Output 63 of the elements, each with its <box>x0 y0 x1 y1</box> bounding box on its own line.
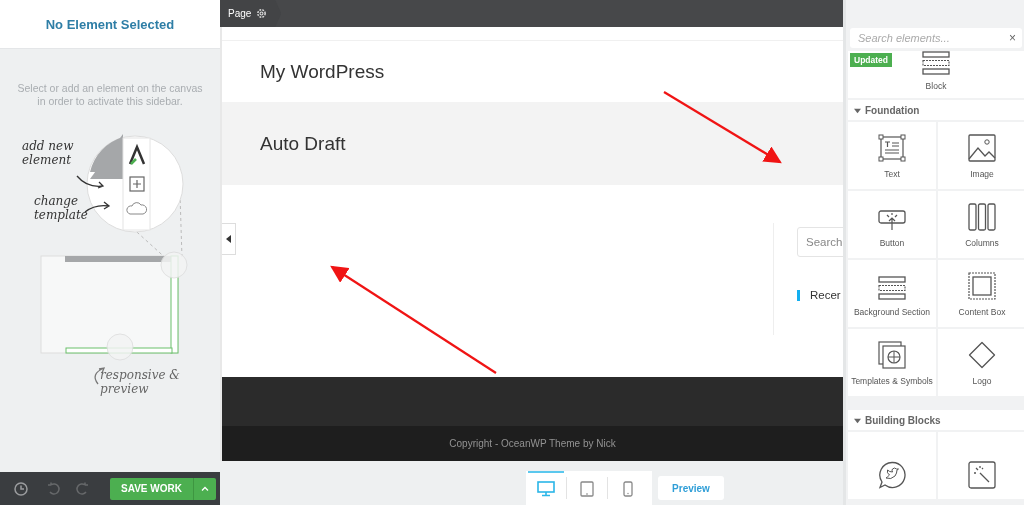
block-icon <box>878 276 906 300</box>
image-icon <box>968 134 996 162</box>
section-header[interactable]: Foundation <box>848 100 1024 120</box>
history-icon[interactable] <box>14 481 28 496</box>
caret-icon <box>201 486 209 491</box>
callout-label: responsive & preview <box>100 368 180 396</box>
save-options-button[interactable] <box>193 477 216 500</box>
search-field[interactable]: Search <box>797 227 843 257</box>
tile-label: Content Box <box>958 307 1006 317</box>
element-tile[interactable]: Updated Block <box>848 51 1024 98</box>
updated-badge: Updated <box>850 53 892 67</box>
globe-template-icon <box>878 341 906 369</box>
tile-label: Logo <box>972 376 992 386</box>
bird-speech-icon <box>878 461 906 489</box>
element-tile[interactable]: Logo <box>938 329 1024 396</box>
desktop-icon <box>537 481 555 497</box>
search-field[interactable]: Search elements... × <box>850 28 1022 48</box>
element-tile[interactable]: Text <box>848 122 936 189</box>
tile-label: Image <box>970 169 994 179</box>
element-tile[interactable] <box>848 432 936 499</box>
element-tile[interactable]: Content Box <box>938 260 1024 327</box>
hint-text: Select or add an element on the canvas in order to activate this sidebar. <box>16 82 204 108</box>
tile-label: Button <box>879 238 905 248</box>
undo-icon[interactable] <box>47 481 61 496</box>
element-tile[interactable] <box>938 432 1024 499</box>
redo-icon[interactable] <box>75 481 89 496</box>
element-tile[interactable]: Columns <box>938 191 1024 258</box>
magic-wand-icon <box>968 461 996 489</box>
tile-label: Columns <box>965 238 999 248</box>
caret-icon <box>854 106 861 114</box>
tablet-icon <box>580 481 594 497</box>
callout-label: change template <box>34 194 89 222</box>
mobile-icon <box>623 481 633 497</box>
columns-icon <box>968 203 996 231</box>
tile-label: Background Section <box>853 307 931 317</box>
tile-label: Templates & Symbols <box>851 376 933 386</box>
cursor-click-icon <box>878 209 906 231</box>
text-box-icon <box>878 134 906 162</box>
site-title: My WordPress <box>260 60 385 83</box>
section-header[interactable]: Building Blocks <box>848 410 1024 430</box>
sidebar-title: No Element Selected <box>45 16 175 32</box>
section-title: Foundation <box>865 104 920 116</box>
content-box-icon <box>968 272 996 300</box>
element-tile[interactable]: Templates & Symbols <box>848 329 936 396</box>
accent-bar <box>797 289 800 301</box>
section-title: Building Blocks <box>865 414 941 426</box>
collapse-tab[interactable] <box>222 223 236 255</box>
block-icon <box>922 51 950 75</box>
callout-label: add new element <box>22 139 75 167</box>
tile-label: Text <box>884 169 900 179</box>
settings-icon <box>256 8 268 19</box>
element-tile[interactable]: Image <box>938 122 1024 189</box>
diamond-icon <box>968 341 996 369</box>
element-tile[interactable]: Button <box>848 191 936 258</box>
element-tile[interactable]: Background Section <box>848 260 936 327</box>
breadcrumb-item[interactable]: Page <box>220 0 282 27</box>
close-button[interactable]: × <box>1009 31 1016 45</box>
widget-heading: Recer <box>810 289 841 301</box>
page-title: Auto Draft <box>260 132 346 155</box>
caret-icon <box>226 235 231 243</box>
caret-icon <box>854 416 861 424</box>
tile-label: Block <box>925 81 947 91</box>
copyright-text: Copyright - OceanWP Theme by Nick <box>449 438 616 449</box>
